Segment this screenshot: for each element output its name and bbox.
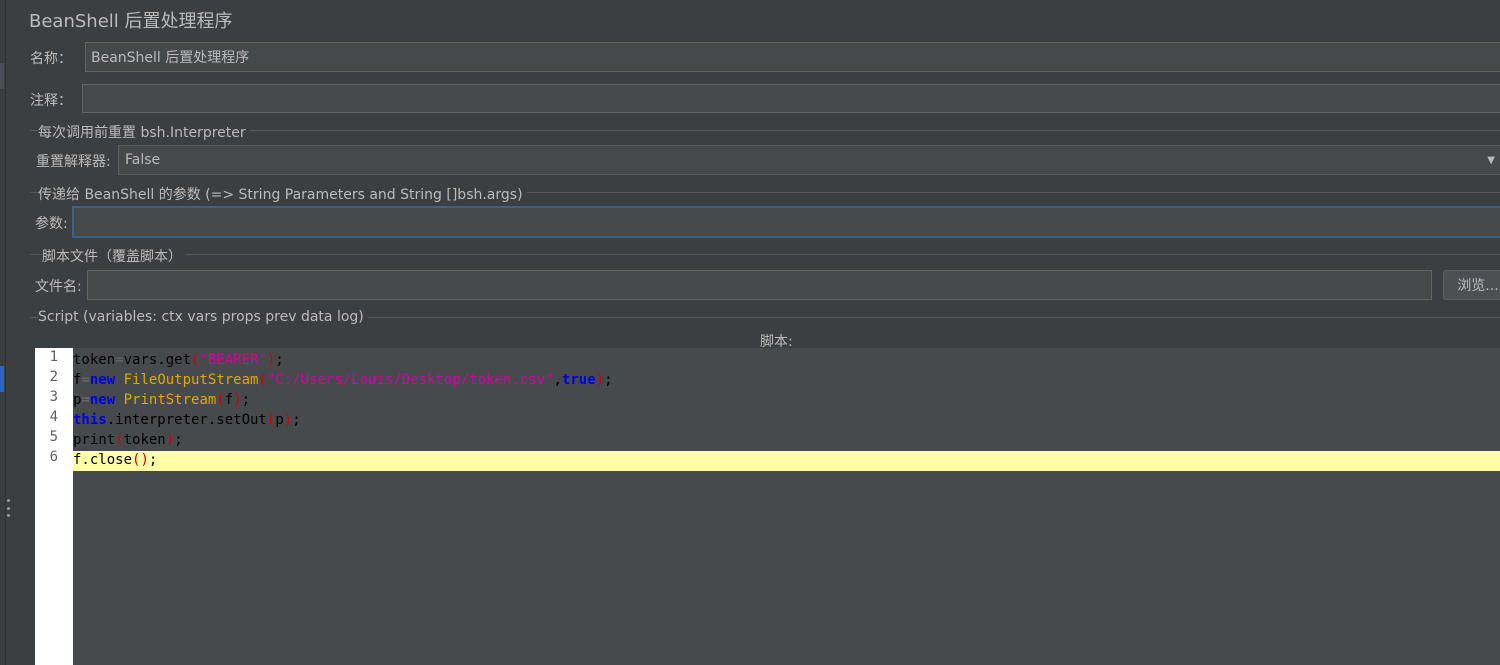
reset-section-title: 每次调用前重置 bsh.Interpreter	[38, 122, 250, 142]
params-input[interactable]	[72, 206, 1500, 238]
line-number: 2	[49, 369, 58, 385]
code-line[interactable]: token=vars.get("BEARER");	[73, 351, 1500, 371]
left-tree-selection-marker	[0, 366, 4, 392]
code-line[interactable]: p=new PrintStream(f);	[73, 391, 1500, 411]
line-number: 3	[49, 389, 58, 405]
code-token: (	[258, 372, 267, 388]
code-token: token	[123, 432, 166, 448]
code-token: )	[233, 392, 242, 408]
code-token: f	[224, 392, 234, 408]
code-token: p	[275, 412, 284, 428]
code-token: true	[561, 372, 596, 388]
code-line[interactable]: print(token);	[73, 431, 1500, 451]
code-token: ;	[275, 352, 284, 368]
comment-input[interactable]	[82, 84, 1500, 113]
line-number-gutter: 1 2 3 4 5 6	[35, 348, 73, 665]
reset-section-divider	[30, 130, 1500, 131]
code-token: token	[73, 352, 116, 368]
code-token: ;	[148, 452, 158, 468]
line-number: 4	[49, 409, 58, 425]
chevron-down-icon[interactable]: ▼	[1487, 155, 1495, 166]
reset-interpreter-select[interactable]: False ▼	[118, 145, 1500, 175]
left-tree-marker	[0, 63, 4, 89]
code-token: PrintStream	[123, 392, 217, 408]
params-section-title: 传递给 BeanShell 的参数 (=> String Parameters …	[38, 184, 527, 204]
code-line[interactable]: f.close();	[73, 451, 1500, 471]
drag-handle-icon[interactable]	[6, 499, 10, 517]
code-token: print	[73, 432, 116, 448]
filename-input[interactable]	[87, 270, 1432, 300]
script-editor[interactable]: token=vars.get("BEARER"); f=new FileOutpu…	[73, 348, 1500, 665]
params-label: 参数:	[35, 216, 68, 232]
code-token: =	[81, 372, 90, 388]
comment-label: 注释：	[30, 93, 72, 109]
code-line[interactable]: this.interpreter.setOut(p);	[73, 411, 1500, 431]
left-tree-edge	[0, 0, 6, 665]
code-token: ;	[292, 412, 301, 428]
code-token: FileOutputStream	[123, 372, 259, 388]
reset-interpreter-label: 重置解释器:	[36, 154, 111, 170]
code-token: .interpreter.setOut	[106, 412, 267, 428]
line-number: 5	[49, 429, 58, 445]
script-section-title: Script (variables: ctx vars props prev d…	[38, 309, 368, 325]
code-token: )	[595, 372, 605, 388]
code-token: "BEARER"	[199, 352, 267, 368]
code-token: ,	[553, 372, 562, 388]
file-section-title: 脚本文件（覆盖脚本）	[42, 246, 186, 266]
name-label: 名称：	[30, 51, 72, 67]
code-token: new	[89, 372, 116, 388]
code-token: new	[89, 392, 116, 408]
code-token: (	[115, 432, 124, 448]
code-token: vars.get	[123, 352, 192, 368]
reset-interpreter-value: False	[125, 152, 161, 168]
filename-label: 文件名:	[35, 279, 82, 295]
code-token: (	[216, 392, 225, 408]
line-number: 6	[49, 449, 58, 465]
code-token: "C:/Users/Louis/Desktop/token.csv"	[266, 372, 554, 388]
code-token: ;	[241, 392, 251, 408]
line-number: 1	[49, 349, 58, 365]
browse-button[interactable]: 浏览...	[1443, 270, 1500, 300]
name-input[interactable]	[85, 42, 1500, 72]
code-token: )	[283, 412, 293, 428]
code-token: =	[81, 392, 90, 408]
panel-title: BeanShell 后置处理程序	[29, 11, 233, 32]
code-token: )	[165, 432, 175, 448]
file-section-divider	[30, 254, 1500, 255]
code-token: ;	[604, 372, 613, 388]
code-token: ;	[174, 432, 183, 448]
code-token: =	[115, 352, 124, 368]
code-token: this	[73, 412, 107, 428]
code-token: f.close	[73, 452, 133, 468]
code-line[interactable]: f=new FileOutputStream("C:/Users/Louis/D…	[73, 371, 1500, 391]
code-token: ()	[132, 452, 149, 468]
